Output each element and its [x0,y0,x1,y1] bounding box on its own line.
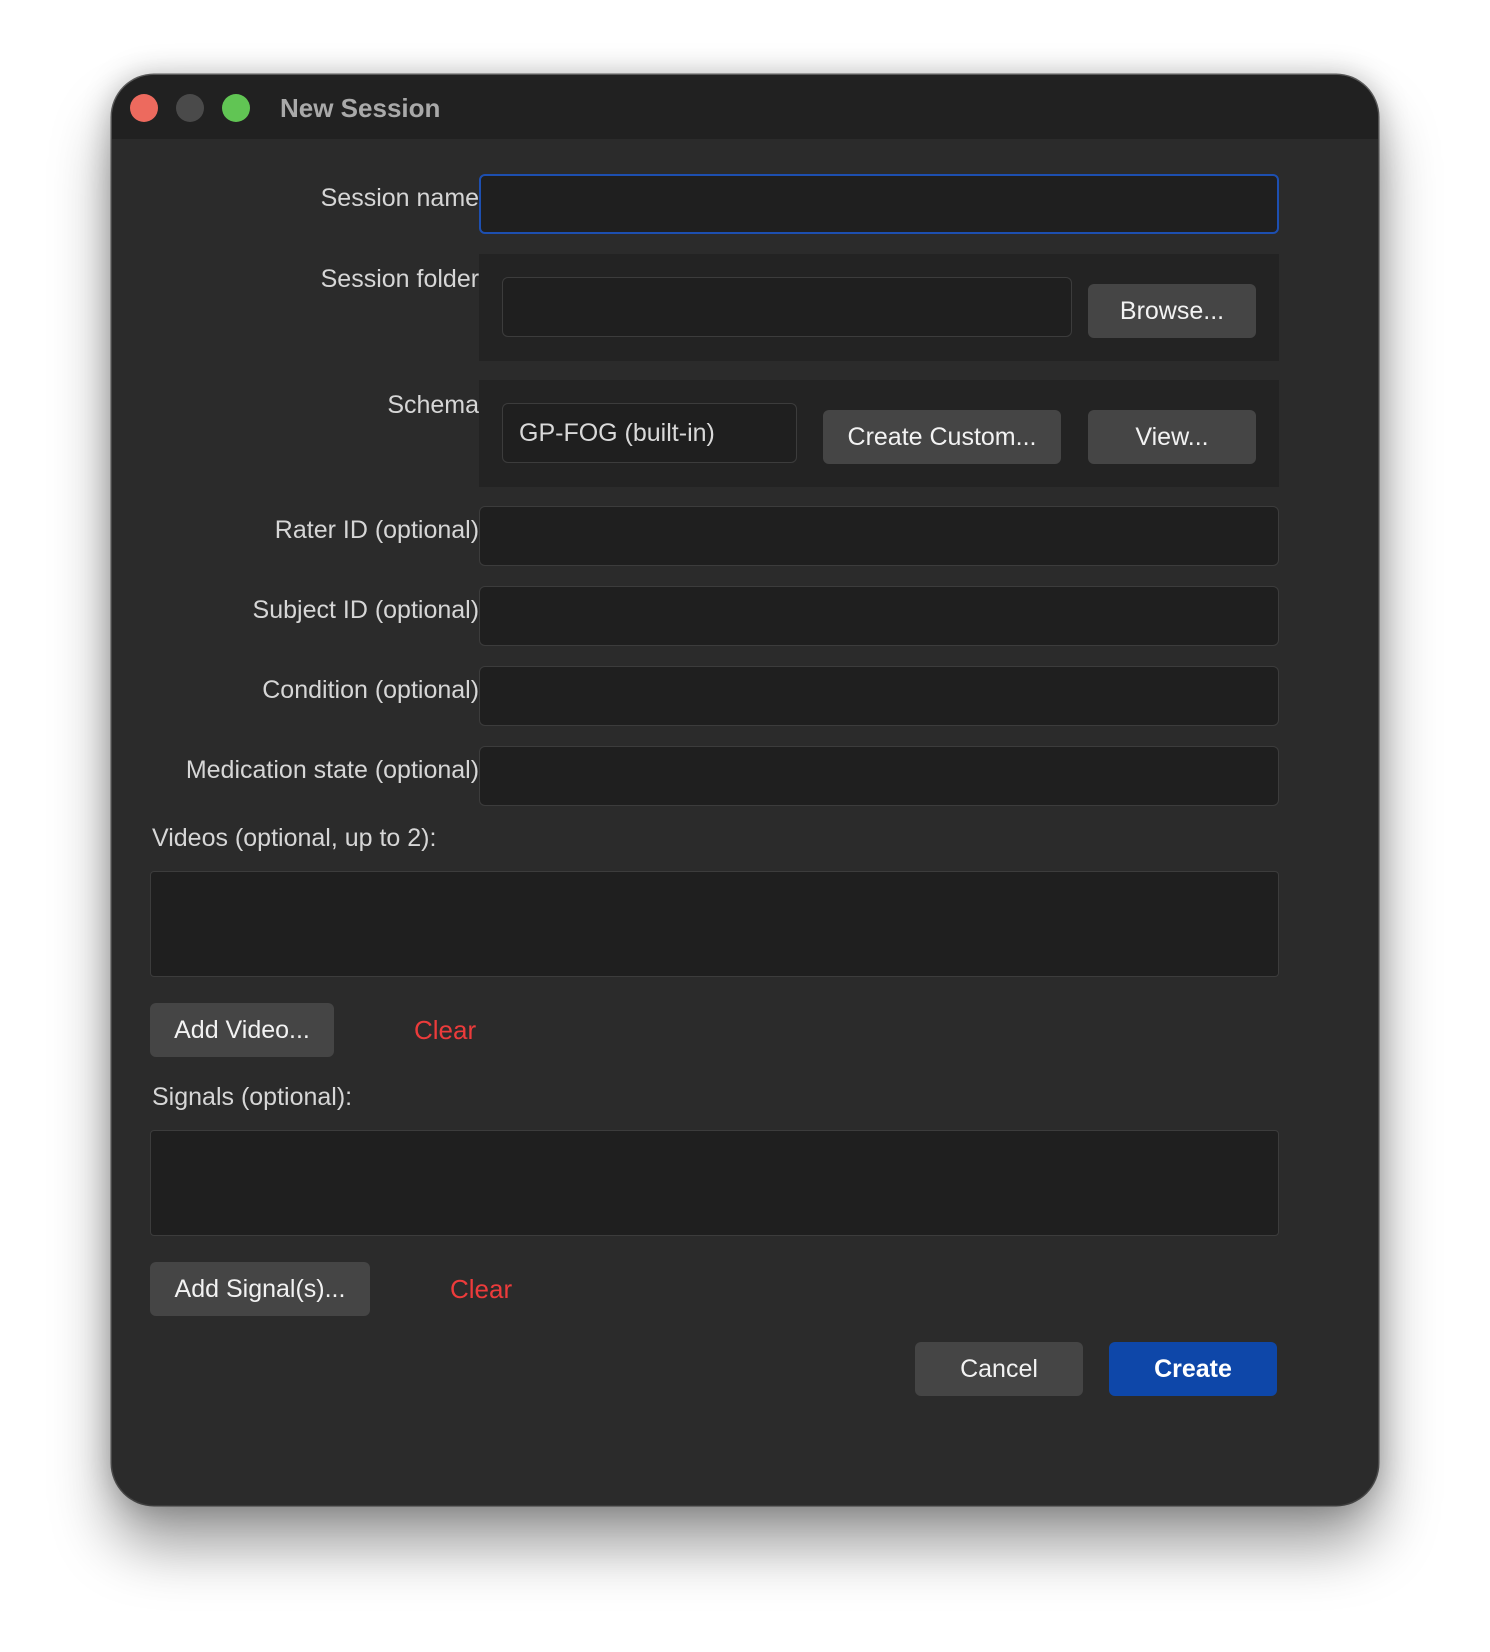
window-title: New Session [280,93,441,123]
create-button[interactable]: Create [1109,1342,1277,1396]
view-schema-button[interactable]: View... [1088,410,1256,464]
schema-value-field: GP-FOG (built-in) [502,403,797,463]
minimize-window-button[interactable] [176,94,204,122]
signals-list[interactable] [150,1130,1279,1236]
medication-state-label: Medication state (optional): [185,756,486,784]
session-folder-input[interactable] [502,277,1072,337]
subject-id-label: Subject ID (optional): [252,596,486,624]
videos-list[interactable] [150,871,1279,977]
session-folder-panel: Browse... [479,254,1279,361]
close-window-button[interactable] [130,94,158,122]
rater-id-input[interactable] [479,506,1279,566]
new-session-dialog: New Session Session name: Session folder… [112,75,1378,1505]
create-custom-schema-button[interactable]: Create Custom... [823,410,1061,464]
medication-state-input[interactable] [479,746,1279,806]
clear-videos-button[interactable]: Clear [414,1014,476,1046]
condition-input[interactable] [479,666,1279,726]
session-name-label: Session name: [320,184,486,212]
browse-button[interactable]: Browse... [1088,284,1256,338]
schema-panel: GP-FOG (built-in) Create Custom... View.… [479,380,1279,487]
add-video-button[interactable]: Add Video... [150,1003,334,1057]
zoom-window-button[interactable] [222,94,250,122]
signals-label: Signals (optional): [152,1083,353,1111]
schema-label: Schema: [387,391,486,419]
cancel-button[interactable]: Cancel [915,1342,1083,1396]
subject-id-input[interactable] [479,586,1279,646]
session-name-input[interactable] [479,174,1279,234]
condition-label: Condition (optional): [262,676,486,704]
session-folder-label: Session folder: [320,265,486,293]
clear-signals-button[interactable]: Clear [450,1273,512,1305]
videos-label: Videos (optional, up to 2): [152,824,437,852]
rater-id-label: Rater ID (optional): [274,516,486,544]
add-signals-button[interactable]: Add Signal(s)... [150,1262,370,1316]
title-bar[interactable]: New Session [112,75,1378,139]
